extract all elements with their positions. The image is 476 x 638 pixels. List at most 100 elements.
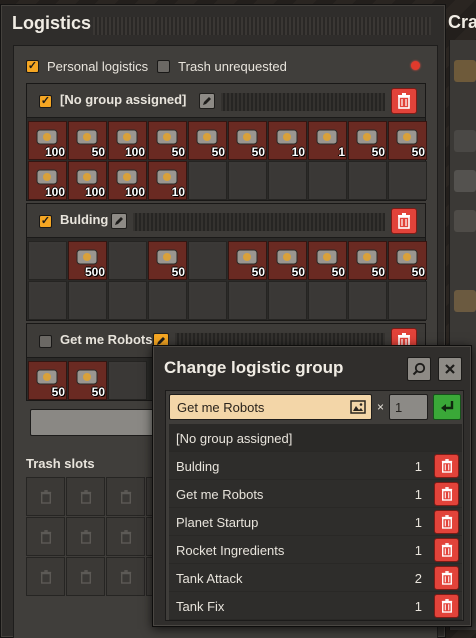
request-slot[interactable] [308, 161, 347, 200]
request-slot[interactable]: 10 [268, 121, 307, 160]
request-slot[interactable] [388, 281, 427, 320]
request-slot[interactable] [268, 281, 307, 320]
group-enabled-checkbox[interactable]: ✓ [39, 215, 52, 228]
group-name-input[interactable] [169, 394, 372, 420]
trash-slot[interactable] [26, 477, 65, 516]
request-slot[interactable] [188, 161, 227, 200]
request-slot[interactable]: 50 [228, 241, 267, 280]
trash-slot[interactable] [66, 557, 105, 596]
request-slot[interactable] [28, 281, 67, 320]
trash-slot[interactable] [26, 517, 65, 556]
close-button[interactable] [438, 357, 462, 381]
add-section-button[interactable] [30, 409, 160, 436]
recipe-icon[interactable] [454, 60, 476, 82]
request-slot[interactable] [228, 281, 267, 320]
request-slot[interactable]: 50 [308, 241, 347, 280]
recipe-icon[interactable] [454, 130, 476, 152]
request-slot[interactable]: 50 [148, 121, 187, 160]
group-list-item[interactable]: Tank Fix 1 [169, 592, 462, 620]
group-enabled-checkbox[interactable]: ✓ [39, 95, 52, 108]
request-slot[interactable] [348, 161, 387, 200]
delete-group-button[interactable] [434, 538, 459, 562]
request-slot[interactable]: 50 [68, 361, 107, 400]
edit-group-button[interactable] [111, 213, 127, 229]
request-slot[interactable]: 50 [388, 121, 427, 160]
group-list-item[interactable]: Get me Robots 1 [169, 480, 462, 508]
trash-slot[interactable] [106, 517, 145, 556]
delete-group-button[interactable] [434, 454, 459, 478]
crafting-title: Craf [448, 12, 476, 32]
request-slot[interactable]: 50 [148, 241, 187, 280]
group-drag-handle[interactable] [133, 213, 385, 231]
close-icon [445, 364, 455, 374]
request-slot[interactable] [108, 241, 147, 280]
trash-slot[interactable] [26, 557, 65, 596]
request-slot[interactable]: 100 [28, 121, 67, 160]
request-slot[interactable] [228, 161, 267, 200]
request-slot[interactable]: 50 [348, 241, 387, 280]
group-list-item[interactable]: Rocket Ingredients 1 [169, 536, 462, 564]
request-slot[interactable] [68, 281, 107, 320]
delete-group-button[interactable] [391, 88, 417, 114]
trash-unrequested-checkbox[interactable] [157, 59, 171, 73]
request-slot[interactable]: 100 [68, 161, 107, 200]
request-slot[interactable]: 100 [108, 161, 147, 200]
request-slot[interactable]: 10 [148, 161, 187, 200]
request-slot[interactable] [388, 161, 427, 200]
group-list-item-name: Get me Robots [176, 487, 264, 502]
trash-slot[interactable] [106, 557, 145, 596]
request-slot[interactable]: 500 [68, 241, 107, 280]
trash-icon [441, 487, 452, 501]
request-slot[interactable] [108, 361, 147, 400]
delete-group-button[interactable] [434, 594, 459, 618]
pencil-icon [115, 217, 123, 225]
request-slot[interactable]: 50 [188, 121, 227, 160]
slot-count: 50 [371, 265, 385, 279]
personal-logistics-checkbox[interactable]: ✓ [26, 59, 39, 73]
group-list-item[interactable]: Planet Startup 1 [169, 508, 462, 536]
group-enabled-checkbox[interactable] [39, 335, 52, 348]
title-drag-handle[interactable] [93, 17, 431, 35]
edit-group-button[interactable] [199, 93, 215, 109]
trash-unrequested-label: Trash unrequested [178, 58, 287, 74]
request-slot[interactable]: 50 [388, 241, 427, 280]
trash-icon [120, 489, 131, 504]
request-slot[interactable] [108, 281, 147, 320]
request-slot[interactable] [308, 281, 347, 320]
recipe-icon[interactable] [454, 170, 476, 192]
request-slot[interactable] [148, 281, 187, 320]
request-slot[interactable] [188, 281, 227, 320]
quantity-input[interactable] [389, 394, 428, 420]
request-slot[interactable]: 100 [108, 121, 147, 160]
group-list-item[interactable]: Tank Attack 2 [169, 564, 462, 592]
recipe-icon[interactable] [454, 290, 476, 312]
trash-slot[interactable] [66, 517, 105, 556]
confirm-button[interactable] [433, 394, 461, 420]
slot-count: 100 [124, 185, 145, 199]
delete-group-button[interactable] [434, 566, 459, 590]
trash-slot[interactable] [66, 477, 105, 516]
recipe-icon[interactable] [454, 210, 476, 232]
request-slot[interactable] [348, 281, 387, 320]
image-icon[interactable] [350, 400, 366, 414]
trash-slot[interactable] [106, 477, 145, 516]
request-slot[interactable]: 50 [68, 121, 107, 160]
group-drag-handle[interactable] [221, 93, 385, 111]
trash-icon [40, 569, 51, 584]
group-list-item[interactable]: Bulding 1 [169, 452, 462, 480]
request-slot[interactable] [188, 241, 227, 280]
group-list-item[interactable]: [No group assigned] [169, 424, 462, 452]
request-slot[interactable]: 1 [308, 121, 347, 160]
slot-count: 50 [251, 265, 265, 279]
delete-group-button[interactable] [434, 510, 459, 534]
delete-group-button[interactable] [434, 482, 459, 506]
request-slot[interactable]: 50 [268, 241, 307, 280]
request-slot[interactable]: 50 [348, 121, 387, 160]
delete-group-button[interactable] [391, 208, 417, 234]
request-slot[interactable]: 100 [28, 161, 67, 200]
request-slot[interactable]: 50 [28, 361, 67, 400]
request-slot[interactable] [28, 241, 67, 280]
search-button[interactable] [407, 357, 431, 381]
request-slot[interactable]: 50 [228, 121, 267, 160]
request-slot[interactable] [268, 161, 307, 200]
